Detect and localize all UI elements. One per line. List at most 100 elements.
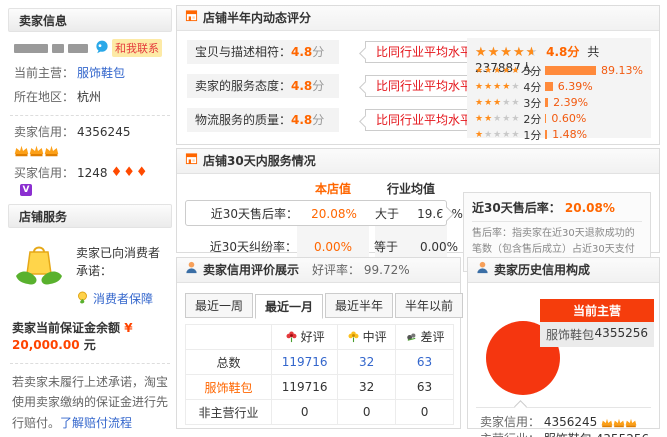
dist-bar [545, 82, 552, 91]
dsr-score: 4.8 [291, 79, 312, 93]
dsr-row: 卖家的服务态度：4.8分 比同行业平均水平高20.66% [187, 74, 339, 98]
compensation-process-link[interactable]: 了解赔付流程 [60, 416, 132, 430]
history-panel-title: 卖家历史信用构成 [494, 258, 590, 282]
service-panel-title: 店铺30天内服务情况 [203, 149, 316, 173]
deposit-row: 卖家当前保证金余额 ¥ 20,000.00 元 [8, 307, 172, 353]
cat-good-value: 119716 [272, 375, 338, 400]
compare-text: 比同行业平均水平 [365, 41, 479, 63]
row-label: 服饰鞋包 [186, 375, 272, 400]
region-row: 所在地区： 杭州 [8, 81, 172, 105]
seller-name-redacted [14, 41, 92, 55]
seller-info-section-title: 卖家信息 [8, 8, 172, 32]
svc-industry-value: 19.60% [404, 201, 476, 227]
main-business-label: 当前主营： [14, 64, 74, 81]
callout-value: 4355256 [595, 326, 648, 343]
rating-summary-box: ★★★★★★★★★★ 4.8分 共237887人 ★★★★★ 5分 89.13%… [467, 38, 651, 138]
service-panel-header: 店铺30天内服务情况 [177, 149, 659, 174]
tip-title: 近30天售后率： [472, 201, 561, 215]
callout-category: 服饰鞋包 [546, 326, 594, 343]
dsr-panel-header: 店铺半年内动态评分 [177, 6, 659, 31]
dsr-label: 物流服务的质量： [195, 113, 291, 127]
deposit-label: 卖家当前保证金余额 [12, 321, 120, 335]
tab-half-year[interactable]: 最近半年 [325, 293, 393, 318]
main-business-link[interactable]: 服饰鞋包 [77, 64, 125, 81]
buyer-credit-value: 1248 [77, 166, 108, 180]
wangwang-bubble-icon[interactable] [95, 40, 109, 57]
dsr-label: 卖家的服务态度： [195, 79, 291, 93]
hist-label: 卖家信用： [480, 415, 540, 429]
promise-text: 卖家已向消费者承诺： [76, 238, 170, 280]
dsr-row: 宝贝与描述相符：4.8分 比同行业平均水平高14.34% [187, 40, 339, 64]
positive-rate-value: 99.72% [364, 263, 410, 277]
buyer-credit-label: 买家信用： [14, 164, 74, 181]
total-good-link[interactable]: 119716 [282, 355, 328, 369]
hands-bag-icon [10, 238, 68, 307]
main-business-row: 当前主营： 服饰鞋包 [8, 57, 172, 81]
svc-shop-value: 20.08% [298, 201, 370, 227]
shop-service-section-title: 店铺服务 [8, 204, 172, 228]
review-panel-title: 卖家信用评价展示 [203, 258, 299, 282]
yellow-flower-icon [347, 330, 360, 343]
person-icon [476, 258, 489, 282]
rating-dist-row: ★★★★★ 4分 6.39% [475, 79, 643, 94]
person-icon [185, 258, 198, 282]
hist-value: 服饰鞋包 4355256 [544, 432, 649, 437]
history-summary: 卖家信用： 4356245 主营行业： 服饰鞋包 4355256 主营占比： 9… [480, 414, 649, 437]
dist-label: 2分 [523, 111, 541, 127]
deposit-unit: 元 [84, 338, 96, 352]
dist-label: 5分 [523, 63, 541, 79]
dsr-unit: 分 [312, 79, 324, 93]
row-stars-icon: ★★★★★ [475, 129, 520, 140]
total-bad-link[interactable]: 63 [417, 355, 432, 369]
seller-info-page: 卖家信息 和我联系 当前主营： 服饰鞋包 所在地区： 杭州 卖家信用： 4356… [0, 0, 667, 437]
row-stars-icon: ★★★★★ [475, 65, 520, 76]
review-panel-header: 卖家信用评价展示 好评率： 99.72% [177, 258, 460, 283]
row-stars-icon: ★★★★★ [475, 97, 520, 108]
dist-label: 1分 [523, 127, 541, 143]
gray-flower-icon [405, 330, 418, 343]
consumer-guarantee-link[interactable]: 消费者保障 [93, 290, 153, 307]
pie-callout: 当前主营 服饰鞋包 4355256 [540, 299, 654, 347]
review-row-non-main: 非主营行业 0 0 0 [186, 400, 454, 425]
callout-header: 当前主营 [540, 299, 654, 322]
review-row-total: 总数 119716 32 63 [186, 350, 454, 375]
dsr-score: 4.8 [291, 45, 312, 59]
review-panel: 卖家信用评价展示 好评率： 99.72% 最近一周 最近一月 最近半年 半年以前… [176, 257, 461, 429]
review-row-main-category: 服饰鞋包 119716 32 63 [186, 375, 454, 400]
review-table-header-row: 好评 中评 差评 [186, 325, 454, 350]
row-stars-icon: ★★★★★ [475, 113, 520, 124]
review-tabs: 最近一周 最近一月 最近半年 半年以前 [185, 293, 460, 318]
contact-me-badge[interactable]: 和我联系 [112, 39, 162, 57]
dsr-score: 4.8 [291, 113, 312, 127]
rating-dist-row: ★★★★★ 1分 1.48% [475, 127, 643, 142]
tab-last-month[interactable]: 最近一月 [255, 294, 323, 319]
svc-row-label: 近30天售后率： [186, 201, 298, 227]
nonmain-mid-value: 0 [338, 400, 396, 425]
empty-cell [186, 325, 272, 350]
seller-credit-label: 卖家信用： [14, 123, 74, 140]
total-mid-link[interactable]: 32 [359, 355, 374, 369]
dist-label: 4分 [523, 79, 541, 95]
dist-pct: 2.39% [553, 96, 588, 109]
crown-icon [601, 415, 637, 429]
dist-pct: 0.60% [551, 112, 586, 125]
hist-label: 主营行业： [480, 432, 540, 437]
compare-text: 比同行业平均水平 [365, 75, 479, 97]
aftersale-highlight-bubble: 近30天售后率： 20.08% 大于 19.60% [185, 200, 447, 226]
summary-score: 4.8分 [546, 45, 579, 59]
dsr-label: 宝贝与描述相符： [195, 45, 291, 59]
red-flower-icon [285, 330, 298, 343]
crown-icon [14, 143, 59, 157]
cat-mid-value: 32 [338, 375, 396, 400]
positive-rate-label: 好评率： [312, 263, 360, 277]
dist-pct: 89.13% [601, 64, 643, 77]
tab-before-half-year[interactable]: 半年以前 [395, 293, 463, 318]
bad-col-header: 差评 [396, 325, 454, 350]
dist-bar [545, 114, 546, 123]
rating-dist-row: ★★★★★ 2分 0.60% [475, 111, 643, 126]
rating-dist-row: ★★★★★ 3分 2.39% [475, 95, 643, 110]
region-label: 所在地区： [14, 88, 74, 105]
sidebar: 卖家信息 和我联系 当前主营： 服饰鞋包 所在地区： 杭州 卖家信用： 4356… [8, 8, 172, 437]
dsr-panel: 店铺半年内动态评分 宝贝与描述相符：4.8分 比同行业平均水平高14.34% 卖… [176, 5, 660, 145]
tab-last-week[interactable]: 最近一周 [185, 293, 253, 318]
